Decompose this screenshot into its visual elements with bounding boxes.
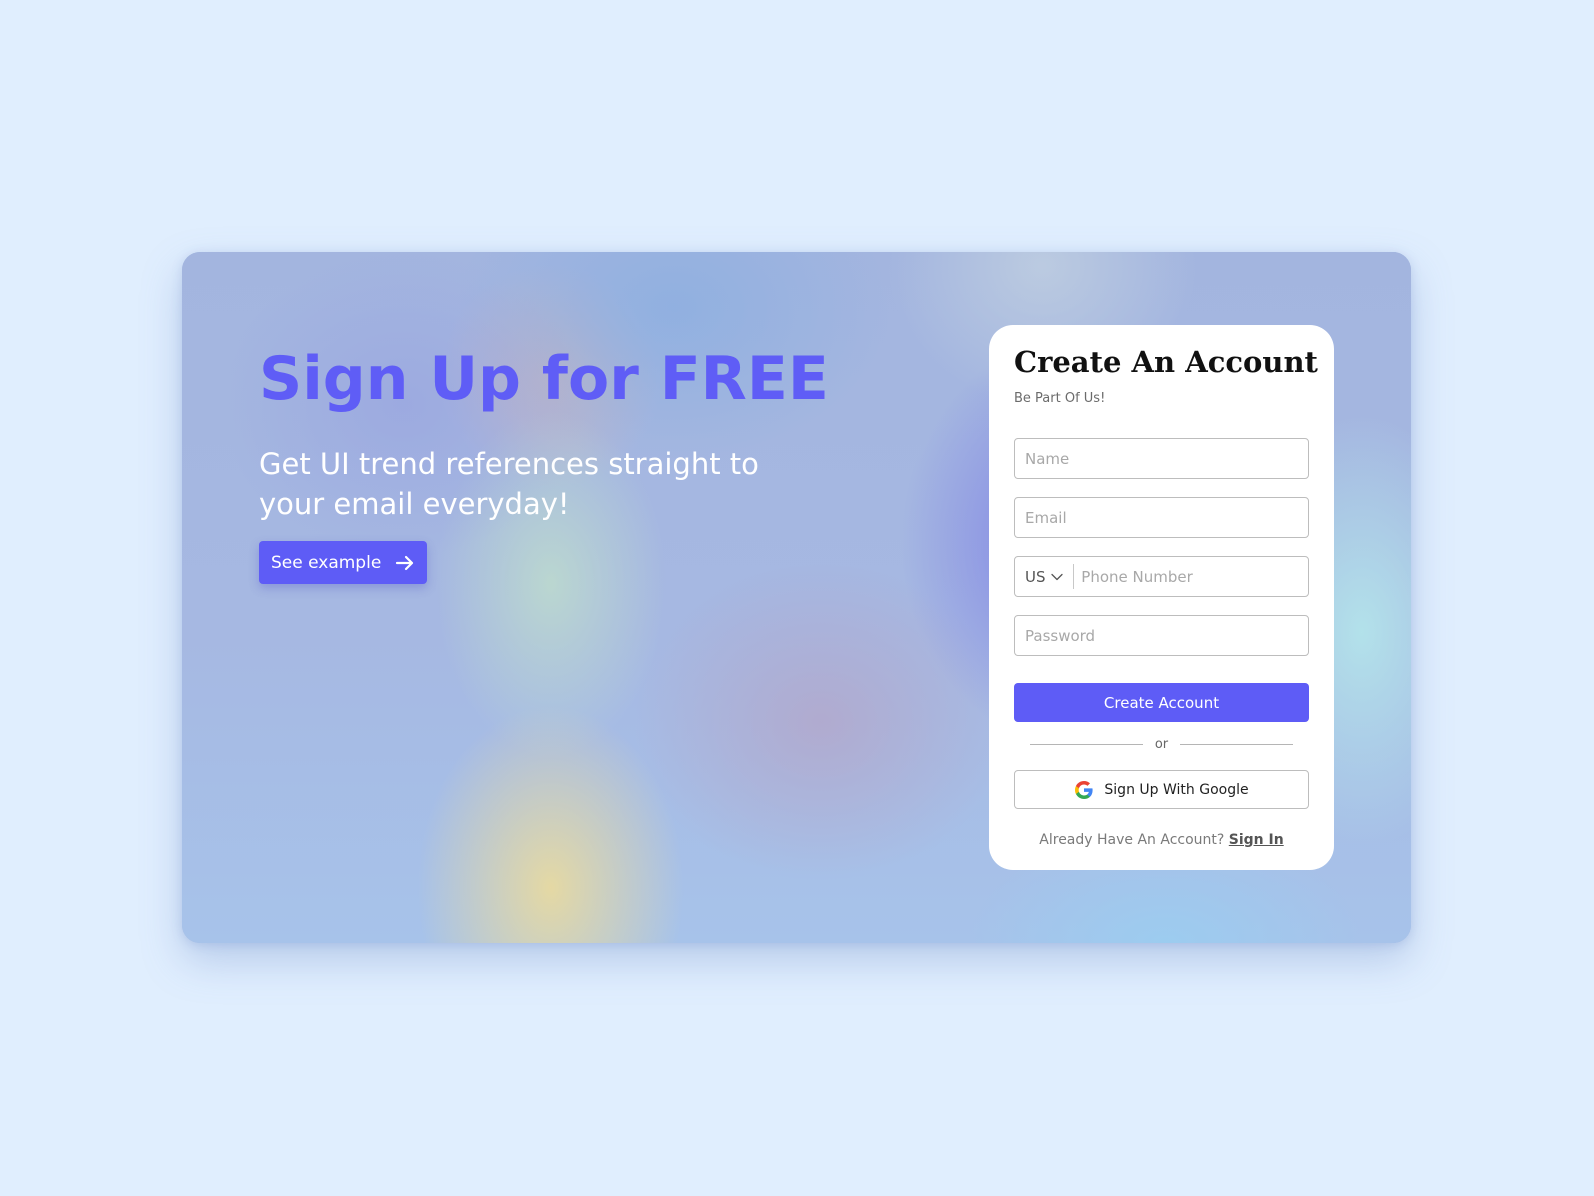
country-code-value: US [1025, 567, 1046, 586]
signin-link[interactable]: Sign In [1229, 832, 1284, 848]
hero-subtitle: Get UI trend references straight to your… [259, 447, 759, 521]
name-input[interactable] [1015, 439, 1308, 478]
google-icon [1074, 780, 1094, 800]
google-signup-label: Sign Up With Google [1104, 781, 1249, 798]
signin-prompt-text: Already Have An Account? [1039, 832, 1225, 848]
country-code-select[interactable]: US [1015, 557, 1073, 596]
divider-line-left [1030, 743, 1143, 745]
or-text: or [1154, 736, 1169, 752]
name-field-wrapper [1014, 438, 1309, 479]
form-title: Create An Account [1014, 345, 1318, 379]
password-input[interactable] [1015, 616, 1308, 655]
signup-panel: Sign Up for FREE Get UI trend references… [182, 252, 1411, 943]
create-account-button[interactable]: Create Account [1014, 683, 1309, 722]
see-example-label: See example [271, 552, 382, 573]
email-input[interactable] [1015, 498, 1308, 537]
hero-title: Sign Up for FREE [259, 344, 829, 414]
signup-form-card: Create An Account Be Part Of Us! US C [989, 325, 1334, 870]
password-field-wrapper [1014, 615, 1309, 656]
form-subtitle: Be Part Of Us! [1014, 391, 1106, 406]
phone-input[interactable] [1073, 557, 1308, 596]
chevron-down-icon [1050, 573, 1063, 581]
or-divider: or [1030, 734, 1293, 754]
see-example-button[interactable]: See example [259, 541, 427, 584]
google-signup-button[interactable]: Sign Up With Google [1014, 770, 1309, 809]
phone-field-wrapper: US [1014, 556, 1309, 597]
email-field-wrapper [1014, 497, 1309, 538]
signin-prompt-row: Already Have An Account? Sign In [989, 832, 1334, 848]
divider-line-right [1180, 743, 1293, 745]
arrow-right-icon [395, 555, 415, 571]
